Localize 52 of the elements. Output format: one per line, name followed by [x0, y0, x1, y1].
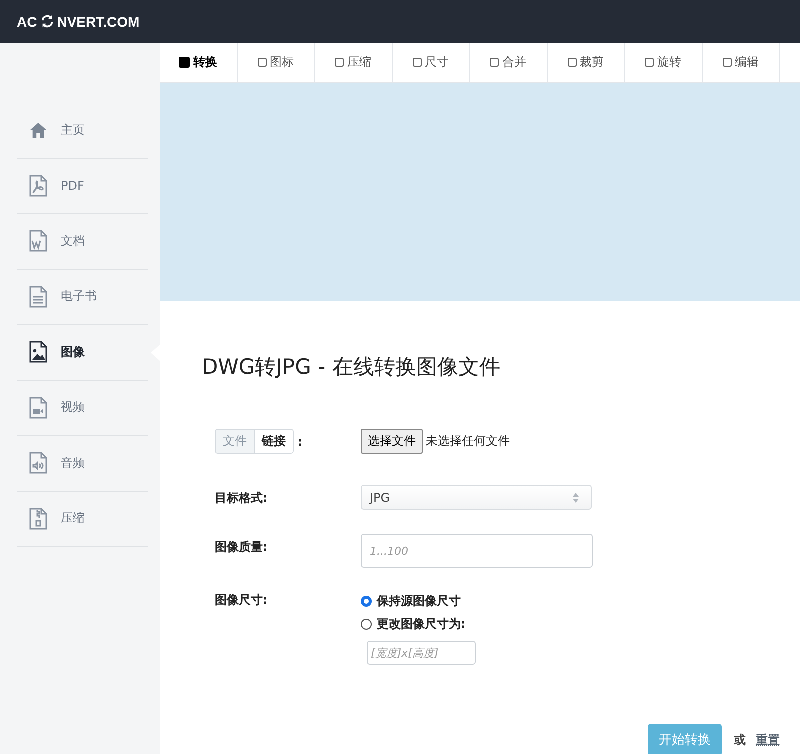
- home-icon: [29, 122, 48, 139]
- tab[interactable]: 压缩: [315, 43, 392, 82]
- field-label: 图像尺寸:: [215, 592, 269, 609]
- tab[interactable]: 编辑: [702, 43, 780, 82]
- file-status-text: 未选择任何文件: [426, 433, 510, 450]
- refresh-icon: [40, 14, 56, 29]
- quality-input[interactable]: 1...100: [361, 534, 593, 568]
- sidebar-item[interactable]: 图像: [17, 325, 148, 380]
- sidebar-item[interactable]: 电子书: [17, 270, 148, 325]
- sidebar-label: 视频: [61, 399, 85, 416]
- image-file-icon: [29, 341, 48, 364]
- video-file-icon: [29, 396, 48, 419]
- page-heading: DWG转JPG - 在线转换图像文件: [202, 354, 502, 381]
- sidebar-item[interactable]: 音频: [17, 436, 148, 492]
- reset-link[interactable]: 重置: [756, 732, 780, 748]
- or-text: 或: [734, 732, 746, 748]
- format-select[interactable]: JPG: [361, 485, 592, 510]
- tab[interactable]: 尺寸: [392, 43, 470, 82]
- sidebar-item[interactable]: 主页: [17, 103, 148, 158]
- zip-file-icon: [29, 508, 48, 530]
- audio-file-icon: [29, 452, 48, 474]
- tab[interactable]: 合并: [470, 43, 548, 82]
- sort-caret-icon: [573, 492, 579, 502]
- sidebar-item[interactable]: 视频: [17, 380, 148, 436]
- radio-label: 更改图像尺寸为:: [377, 616, 466, 633]
- sidebar-label: 图像: [61, 344, 85, 361]
- radio-label: 保持源图像尺寸: [377, 593, 461, 610]
- sidebar-label: 主页: [61, 122, 85, 139]
- sidebar-label: 音频: [61, 454, 85, 472]
- text-file-icon: [29, 286, 48, 308]
- tab[interactable]: 裁剪: [548, 43, 625, 82]
- radio-button[interactable]: [361, 619, 372, 630]
- tab[interactable]: 图标: [238, 43, 315, 82]
- sidebar-label: 文档: [61, 232, 85, 250]
- radio-button[interactable]: [361, 596, 372, 607]
- word-file-icon: [29, 230, 48, 252]
- sidebar-label: 压缩: [61, 510, 85, 528]
- colon-text: :: [298, 434, 303, 448]
- sidebar-item[interactable]: 文档: [17, 214, 148, 270]
- sidebar-label: PDF: [61, 178, 84, 193]
- sidebar-item[interactable]: PDF: [17, 158, 148, 214]
- sidebar-item[interactable]: 压缩: [17, 492, 148, 547]
- tab[interactable]: 旋转: [625, 43, 702, 82]
- pdf-file-icon: [29, 174, 48, 197]
- logo-text[interactable]: AC: [17, 14, 38, 30]
- tab[interactable]: 转换: [160, 43, 238, 82]
- choose-file-button[interactable]: 选择文件: [361, 429, 423, 454]
- field-label: 目标格式:: [215, 490, 269, 507]
- dimensions-input[interactable]: [宽度]x[高度]: [367, 641, 476, 665]
- field-label: 图像质量:: [215, 539, 269, 556]
- sidebar-label: 电子书: [61, 288, 97, 306]
- logo-text[interactable]: NVERT.COM: [57, 14, 140, 30]
